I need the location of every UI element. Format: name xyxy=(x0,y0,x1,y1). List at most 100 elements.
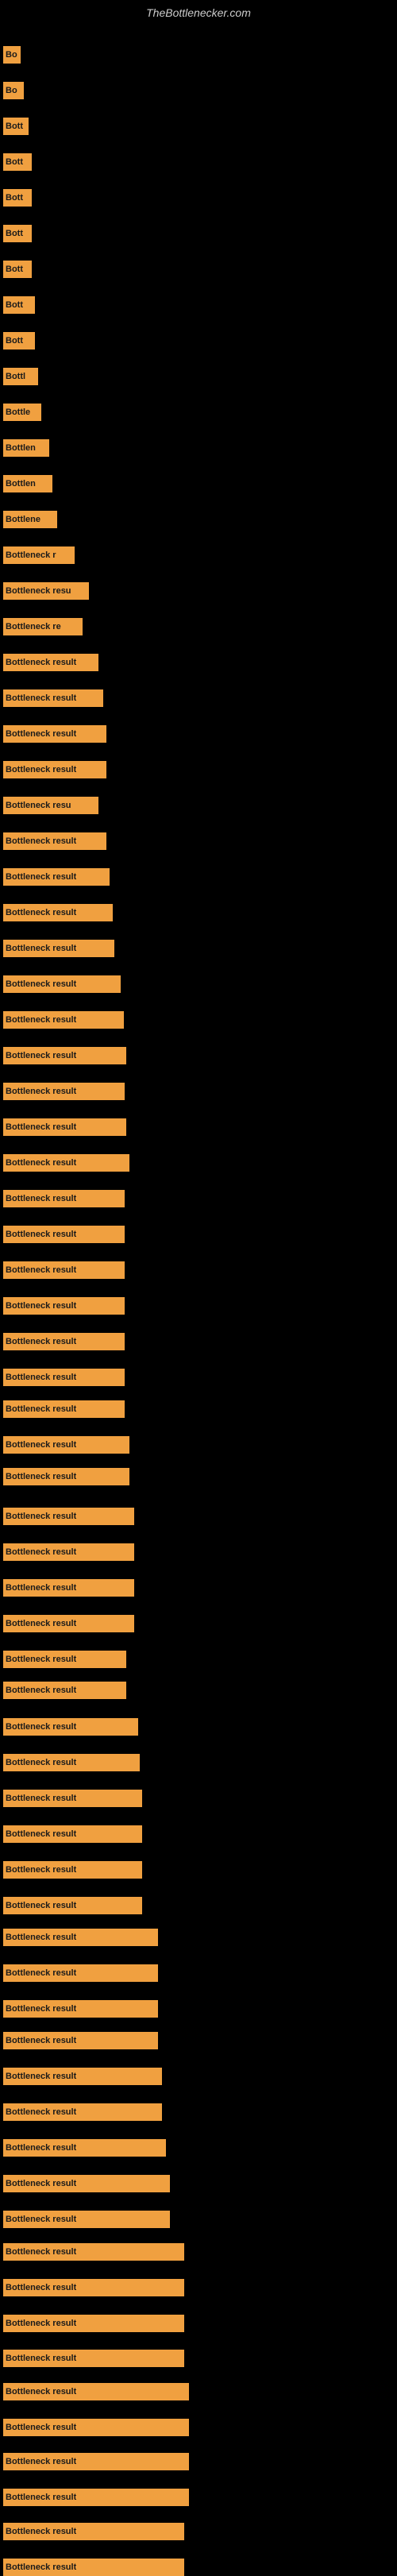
bar-label: Bottleneck result xyxy=(6,2072,76,2081)
bar-label: Bottleneck result xyxy=(6,944,76,953)
bar-row: Bottleneck result xyxy=(3,2000,158,2018)
result-bar: Bottleneck result xyxy=(3,689,103,707)
bar-label: Bottleneck result xyxy=(6,1829,76,1839)
bar-row: Bottleneck result xyxy=(3,1790,142,1807)
result-bar: Bott xyxy=(3,332,35,350)
result-bar: Bottleneck result xyxy=(3,940,114,957)
bar-row: Bottleneck result xyxy=(3,1297,125,1315)
bar-label: Bottleneck r xyxy=(6,550,56,560)
bar-row: Bottleneck result xyxy=(3,940,114,957)
bar-row: Bottleneck result xyxy=(3,1226,125,1243)
result-bar: Bottleneck result xyxy=(3,1226,125,1243)
bar-label: Bottleneck result xyxy=(6,658,76,667)
bar-row: Bottleneck result xyxy=(3,1754,140,1771)
result-bar: Bottlen xyxy=(3,439,49,457)
bar-row: Bottleneck result xyxy=(3,1011,124,1029)
result-bar: Bottleneck result xyxy=(3,2419,189,2436)
bar-row: Bottleneck result xyxy=(3,1651,126,1668)
bar-row: Bottleneck result xyxy=(3,2350,184,2367)
bar-label: Bottleneck result xyxy=(6,1583,76,1593)
result-bar: Bottleneck result xyxy=(3,1579,134,1597)
bar-label: Bottleneck result xyxy=(6,1158,76,1168)
result-bar: Bottleneck result xyxy=(3,2032,158,2049)
bar-row: Bottleneck result xyxy=(3,1682,126,1699)
bar-row: Bottleneck result xyxy=(3,2559,184,2576)
bar-row: Bott xyxy=(3,189,32,207)
result-bar: Bottleneck resu xyxy=(3,797,98,814)
bar-row: Bottleneck result xyxy=(3,1929,158,1946)
bar-label: Bottleneck result xyxy=(6,1512,76,1521)
bar-row: Bottleneck result xyxy=(3,689,103,707)
bar-label: Bottleneck result xyxy=(6,1472,76,1481)
result-bar: Bottleneck result xyxy=(3,2453,189,2470)
bar-row: Bottleneck resu xyxy=(3,582,89,600)
bar-label: Bottleneck result xyxy=(6,2107,76,2117)
bar-label: Bottleneck result xyxy=(6,2423,76,2432)
result-bar: Bottleneck result xyxy=(3,1861,142,1879)
bar-label: Bottleneck result xyxy=(6,2143,76,2153)
bar-label: Bottleneck result xyxy=(6,1686,76,1695)
bar-row: Bottlen xyxy=(3,475,52,492)
bar-row: Bottleneck result xyxy=(3,1400,125,1418)
result-bar: Bottleneck result xyxy=(3,1790,142,1807)
bar-row: Bottleneck result xyxy=(3,1190,125,1207)
site-title: TheBottlenecker.com xyxy=(0,0,397,22)
result-bar: Bottleneck result xyxy=(3,1118,126,1136)
result-bar: Bottleneck result xyxy=(3,1400,125,1418)
bar-label: Bottleneck result xyxy=(6,1087,76,1096)
bar-label: Bottleneck result xyxy=(6,1440,76,1450)
result-bar: Bo xyxy=(3,82,24,99)
bar-row: Bottleneck result xyxy=(3,725,106,743)
bar-label: Bottleneck result xyxy=(6,872,76,882)
bar-row: Bottleneck result xyxy=(3,1825,142,1843)
bar-label: Bottleneck result xyxy=(6,1968,76,1978)
bar-label: Bottleneck resu xyxy=(6,586,71,596)
bar-row: Bottleneck result xyxy=(3,654,98,671)
bar-row: Bottleneck result xyxy=(3,1436,129,1454)
bar-row: Bottleneck result xyxy=(3,1718,138,1736)
bar-label: Bottle xyxy=(6,407,30,417)
result-bar: Bottleneck result xyxy=(3,2175,170,2192)
result-bar: Bottleneck result xyxy=(3,2103,162,2121)
bar-row: Bottleneck result xyxy=(3,1615,134,1632)
result-bar: Bottleneck result xyxy=(3,975,121,993)
bar-row: Bottleneck result xyxy=(3,1333,125,1350)
bar-row: Bottleneck result xyxy=(3,1861,142,1879)
bar-label: Bottleneck result xyxy=(6,1194,76,1203)
bar-label: Bottleneck result xyxy=(6,1722,76,1732)
bar-row: Bottleneck result xyxy=(3,1154,129,1172)
result-bar: Bottleneck result xyxy=(3,2489,189,2506)
bar-label: Bottleneck result xyxy=(6,2215,76,2224)
result-bar: Bottleneck result xyxy=(3,1190,125,1207)
result-bar: Bo xyxy=(3,46,21,64)
bar-row: Bottleneck result xyxy=(3,1964,158,1982)
bar-row: Bottleneck result xyxy=(3,1261,125,1279)
result-bar: Bottleneck result xyxy=(3,1897,142,1914)
bar-label: Bottleneck result xyxy=(6,2283,76,2292)
bar-label: Bottleneck result xyxy=(6,2319,76,2328)
bar-label: Bottleneck result xyxy=(6,765,76,774)
bar-label: Bottleneck result xyxy=(6,1051,76,1060)
result-bar: Bottleneck result xyxy=(3,2211,170,2228)
bar-label: Bottleneck result xyxy=(6,1404,76,1414)
result-bar: Bott xyxy=(3,225,32,242)
result-bar: Bottleneck result xyxy=(3,1154,129,1172)
result-bar: Bottleneck result xyxy=(3,2243,184,2261)
result-bar: Bottleneck result xyxy=(3,2559,184,2576)
bar-row: Bottleneck result xyxy=(3,1579,134,1597)
result-bar: Bottleneck result xyxy=(3,1083,125,1100)
bar-row: Bottleneck result xyxy=(3,2489,189,2506)
result-bar: Bottleneck result xyxy=(3,904,113,921)
result-bar: Bottleneck result xyxy=(3,2000,158,2018)
result-bar: Bott xyxy=(3,153,32,171)
result-bar: Bottleneck result xyxy=(3,654,98,671)
result-bar: Bottl xyxy=(3,368,38,385)
bar-row: Bottleneck result xyxy=(3,2315,184,2332)
bar-row: Bottle xyxy=(3,404,41,421)
bar-label: Bott xyxy=(6,193,23,203)
bar-row: Bottleneck result xyxy=(3,2523,184,2540)
bar-label: Bottleneck result xyxy=(6,729,76,739)
bar-row: Bottleneck r xyxy=(3,546,75,564)
bar-row: Bottleneck result xyxy=(3,2175,170,2192)
result-bar: Bottleneck result xyxy=(3,1718,138,1736)
